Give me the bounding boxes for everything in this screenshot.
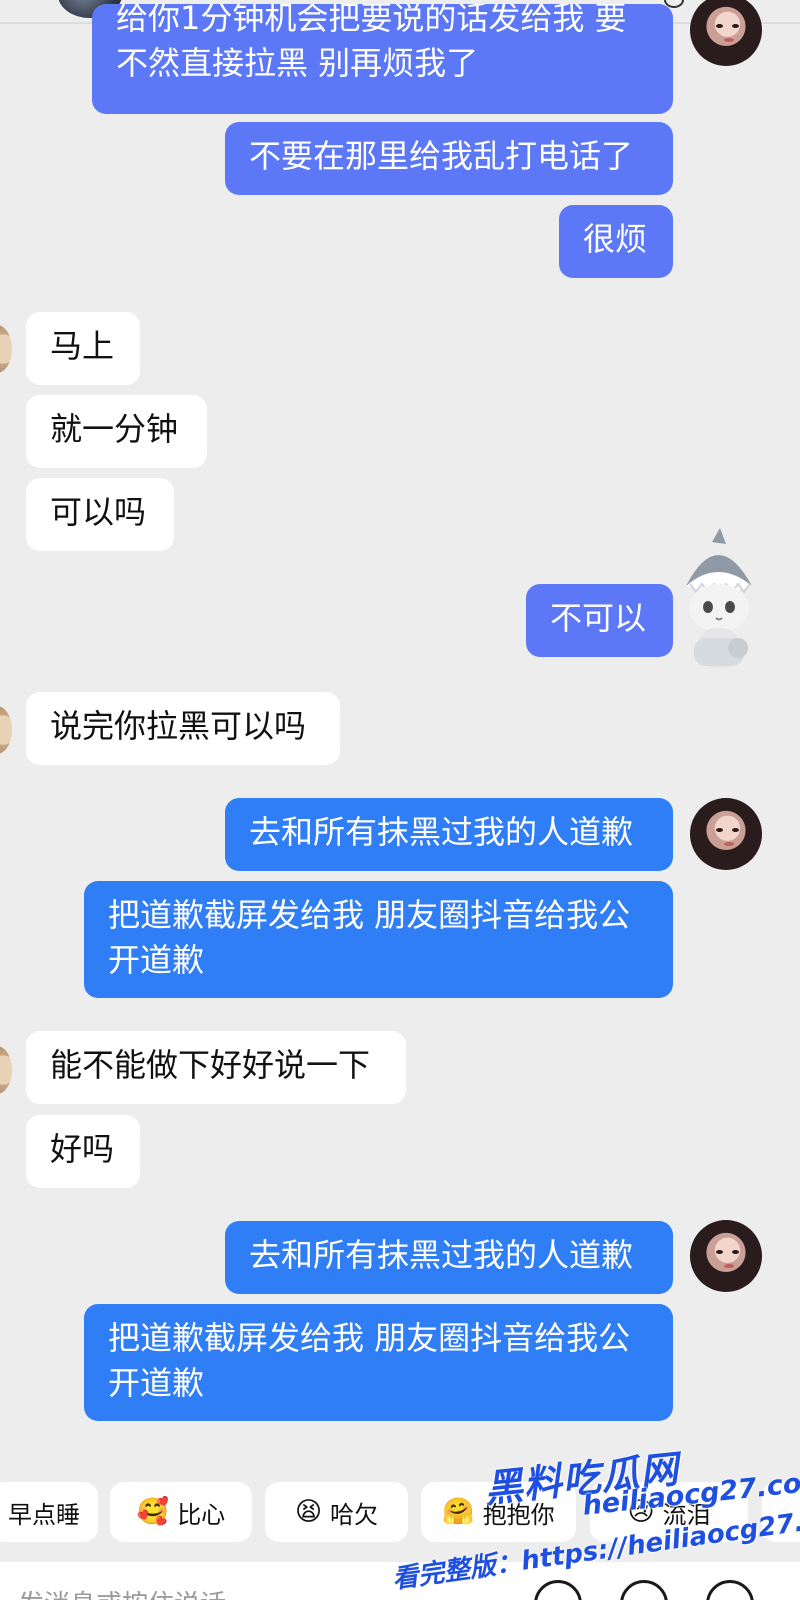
quick-reply-label: 早点睡 bbox=[8, 1500, 80, 1529]
message-bubble-outgoing[interactable]: 很烦 bbox=[559, 205, 673, 278]
message-text: 很烦 bbox=[583, 220, 648, 258]
hug-emoji-icon: 🤗 bbox=[442, 1497, 475, 1527]
contact-avatar[interactable] bbox=[0, 1046, 12, 1094]
message-text: 不可以 bbox=[550, 599, 647, 637]
contact-avatar[interactable] bbox=[0, 706, 12, 754]
message-bubble-outgoing[interactable]: 去和所有抹黑过我的人道歉 bbox=[225, 798, 673, 871]
message-text: 给你1分钟机会把要说的话发给我 要不然直接拉黑 别再烦我了 bbox=[116, 4, 627, 82]
message-bubble-incoming[interactable]: 就一分钟 bbox=[26, 395, 207, 468]
message-bubble-outgoing[interactable]: 给你1分钟机会把要说的话发给我 要不然直接拉黑 别再烦我了 bbox=[92, 4, 673, 114]
quick-reply-chip[interactable]: 🥰 比心 bbox=[110, 1482, 252, 1542]
message-bubble-outgoing[interactable]: 不可以 bbox=[526, 584, 673, 657]
message-text: 去和所有抹黑过我的人道歉 bbox=[249, 1236, 634, 1274]
message-text: 能不能做下好好说一下 bbox=[50, 1046, 371, 1084]
message-text: 好吗 bbox=[50, 1130, 115, 1168]
message-bubble-incoming[interactable]: 说完你拉黑可以吗 bbox=[26, 692, 340, 765]
contact-avatar[interactable] bbox=[0, 325, 12, 373]
message-bubble-outgoing[interactable]: 去和所有抹黑过我的人道歉 bbox=[225, 1221, 673, 1294]
quick-reply-chip[interactable]: 😫 哈欠 bbox=[265, 1482, 408, 1542]
message-bubble-outgoing[interactable]: 把道歉截屏发给我 朋友圈抖音给我公开道歉 bbox=[84, 881, 673, 998]
quick-reply-label: 哈欠 bbox=[330, 1500, 379, 1529]
yawn-emoji-icon: 😫 bbox=[294, 1497, 323, 1527]
message-bubble-incoming[interactable]: 能不能做下好好说一下 bbox=[26, 1031, 406, 1104]
message-input[interactable]: 发消息或按住说话 bbox=[18, 1584, 226, 1600]
message-text: 说完你拉黑可以吗 bbox=[50, 707, 307, 745]
chat-screen: 给你1分钟机会把要说的话发给我 要不然直接拉黑 别再烦我了 不要在那里给我乱打电… bbox=[0, 0, 800, 1600]
message-text: 不要在那里给我乱打电话了 bbox=[249, 137, 634, 175]
heart-hands-emoji-icon: 🥰 bbox=[136, 1497, 170, 1527]
message-text: 去和所有抹黑过我的人道歉 bbox=[249, 813, 634, 851]
message-text: 马上 bbox=[50, 327, 115, 365]
message-bubble-incoming[interactable]: 马上 bbox=[26, 312, 140, 385]
quick-reply-label: 比心 bbox=[177, 1500, 226, 1529]
message-text: 把道歉截屏发给我 朋友圈抖音给我公开道歉 bbox=[108, 1319, 631, 1402]
message-text: 可以吗 bbox=[50, 493, 147, 531]
shark-cat-sticker-icon bbox=[686, 528, 752, 668]
my-avatar[interactable] bbox=[690, 798, 762, 870]
message-bubble-incoming[interactable]: 好吗 bbox=[26, 1115, 140, 1188]
my-avatar[interactable] bbox=[690, 1220, 762, 1292]
message-text: 把道歉截屏发给我 朋友圈抖音给我公开道歉 bbox=[108, 896, 631, 979]
quick-reply-chip[interactable]: 早点睡 bbox=[0, 1482, 98, 1542]
message-text: 就一分钟 bbox=[50, 410, 179, 448]
message-bubble-incoming[interactable]: 可以吗 bbox=[26, 478, 174, 551]
my-avatar[interactable] bbox=[690, 0, 762, 66]
message-bubble-outgoing[interactable]: 把道歉截屏发给我 朋友圈抖音给我公开道歉 bbox=[84, 1304, 673, 1421]
message-bubble-outgoing[interactable]: 不要在那里给我乱打电话了 bbox=[225, 122, 673, 195]
